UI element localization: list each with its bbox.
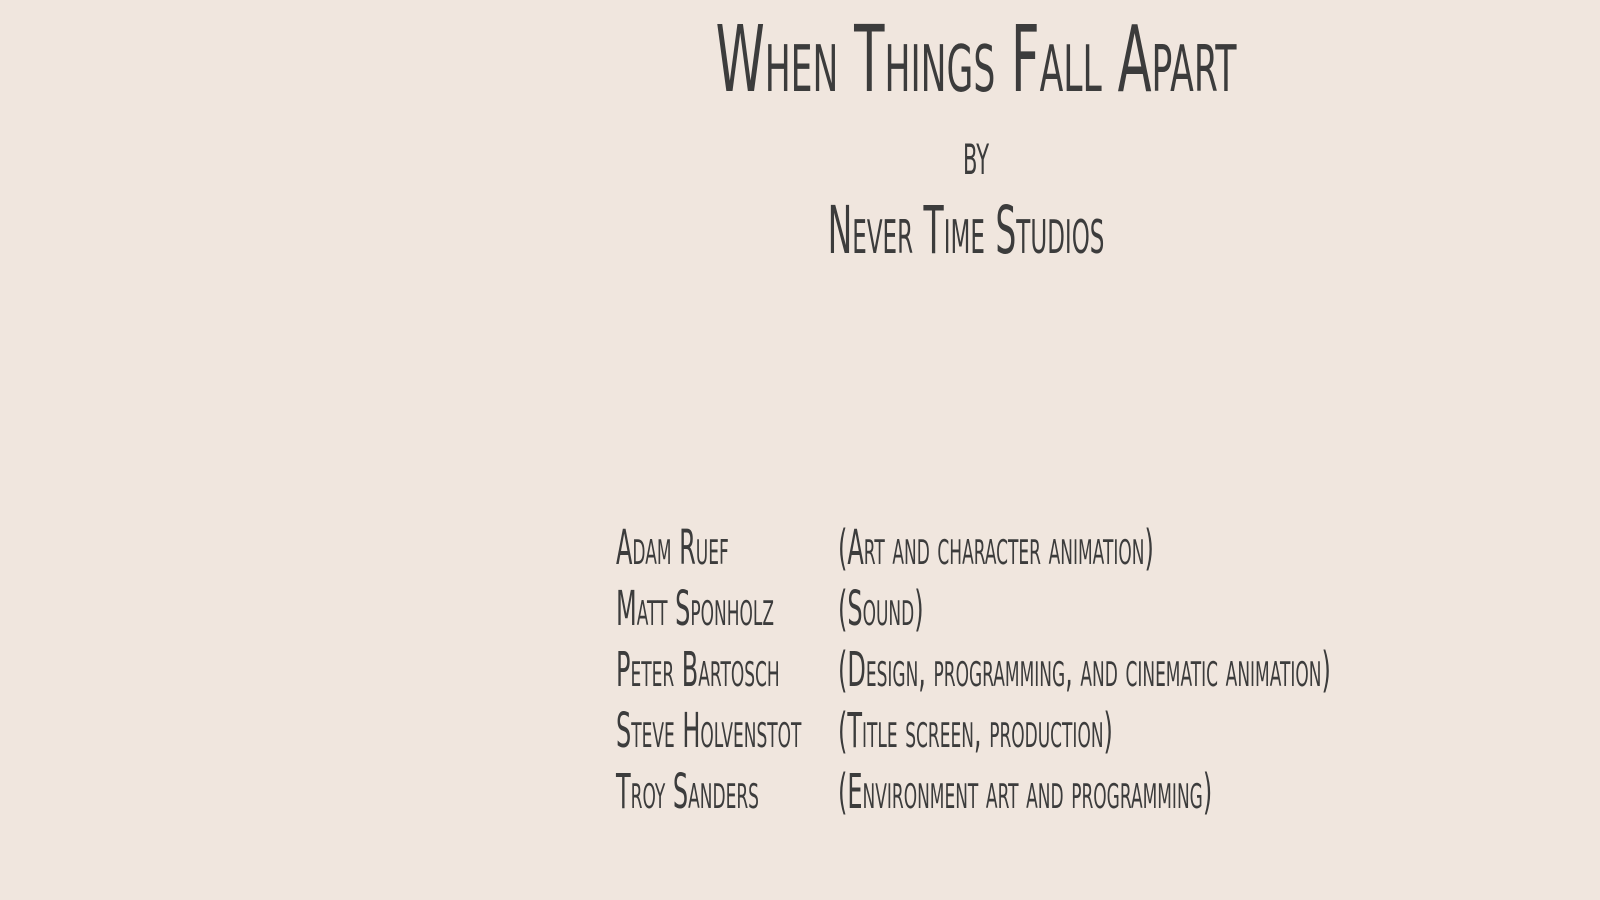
credit-name: Troy Sanders bbox=[616, 764, 759, 820]
game-title: When Things Fall Apart bbox=[715, 6, 1237, 113]
credit-name: Matt Sponholz bbox=[616, 581, 774, 637]
studio-name: Never Time Studios bbox=[827, 192, 1105, 269]
credit-name: Peter Bartosch bbox=[616, 642, 780, 698]
credit-role: (Environment art and programming) bbox=[838, 764, 1213, 820]
by-label: by bbox=[962, 119, 990, 189]
credit-role: (Title screen, production) bbox=[838, 703, 1113, 759]
credit-name: Steve Holvenstot bbox=[616, 703, 802, 759]
credit-role: (Sound) bbox=[838, 581, 924, 637]
credit-role: (Design, programming, and cinematic anim… bbox=[838, 642, 1331, 698]
credit-role: (Art and character animation) bbox=[838, 520, 1154, 576]
credits-screen: When Things Fall Apart by Never Time Stu… bbox=[0, 0, 1600, 900]
credit-name: Adam Ruef bbox=[616, 520, 729, 576]
